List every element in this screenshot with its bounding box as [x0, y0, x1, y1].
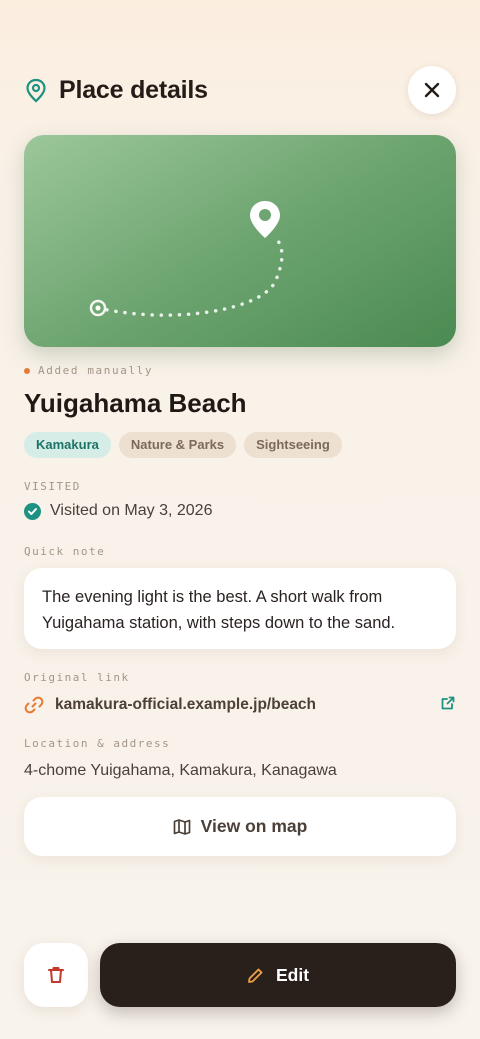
source-indicator: Added manually [24, 364, 153, 377]
tag-category[interactable]: Sightseeing [244, 432, 342, 458]
delete-button[interactable] [24, 943, 88, 1007]
link-icon [24, 696, 44, 714]
check-circle-icon [24, 502, 41, 520]
external-link-icon[interactable] [440, 695, 456, 711]
map-pin-icon [250, 201, 280, 238]
map-icon [173, 818, 191, 835]
note-label: Quick note [24, 545, 106, 558]
route-illustration [89, 201, 284, 317]
header: Place details [24, 66, 456, 114]
tag-area[interactable]: Kamakura [24, 432, 111, 458]
view-on-map-label: View on map [200, 816, 308, 836]
view-on-map-button[interactable]: View on map [24, 797, 456, 856]
visited-status: Visited on May 3, 2026 [24, 502, 212, 520]
link-url[interactable]: kamakura-official.example.jp/beach [55, 696, 316, 714]
address-text: 4-chome Yuigahama, Kamakura, Kanagawa [24, 762, 337, 779]
visited-label: VISITED [24, 480, 81, 493]
quick-note: The evening light is the best. A short w… [24, 568, 456, 649]
tag-list: Kamakura Nature & Parks Sightseeing [24, 432, 342, 458]
edit-button[interactable]: Edit [100, 943, 456, 1007]
pencil-icon [248, 968, 263, 983]
location-label: Location & address [24, 737, 171, 750]
source-dot [24, 367, 30, 374]
tag-category[interactable]: Nature & Parks [118, 432, 237, 458]
original-link[interactable]: kamakura-official.example.jp/beach [24, 692, 456, 718]
trash-icon [48, 967, 64, 983]
hero-map-illustration [24, 135, 456, 347]
start-point-icon [89, 299, 107, 317]
close-icon [424, 82, 440, 98]
visited-date: Visited on May 3, 2026 [50, 502, 213, 519]
page-title: Place details [59, 76, 208, 104]
link-label: Original link [24, 671, 130, 684]
source-label: Added manually [38, 364, 154, 377]
place-name: Yuigahama Beach [24, 388, 247, 418]
edit-label: Edit [275, 964, 310, 985]
map-pin-icon [26, 78, 46, 103]
close-button[interactable] [408, 66, 456, 114]
